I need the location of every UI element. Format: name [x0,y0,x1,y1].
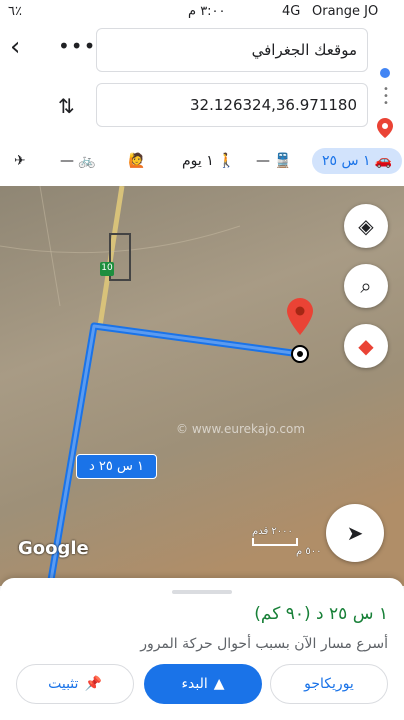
road-number: 10 [101,263,113,273]
navigation-arrow-icon: ➤ [346,521,364,545]
bike-icon: 🚲 [78,153,96,169]
destination-marker-icon[interactable] [287,298,313,335]
mode-hail[interactable]: 🙋 [128,148,145,174]
layers-button[interactable]: ◈ [344,204,388,248]
scale-bar [252,538,298,546]
drive-time: ١ س ٢٥ [322,153,371,169]
status-bar: ٦٪ ٣:٠٠ م 4G Orange JO [0,0,404,24]
brand-label: يوريكاجو [304,676,354,692]
map-track [0,225,241,254]
map-track [39,186,61,307]
walk-icon: 🚶 [217,153,236,169]
mode-drive[interactable]: ١ س ٢٥ 🚗 [312,148,403,174]
search-icon: ⌕ [360,274,372,298]
google-logo: Google [18,538,89,559]
network-type: 4G [282,4,301,19]
airplane-icon: ✈ [14,153,26,169]
map-view[interactable]: 10 ◈ ⌕ ◆ ➤ ١ س ٢٥ د © www.eurekajo.com G… [0,186,404,586]
route-end-dot [297,351,303,357]
connector-dots-icon: • • • [383,84,389,109]
compass-icon: ◆ [358,334,374,358]
person-hail-icon: 🙋 [128,153,146,169]
origin-field[interactable]: موقعك الجغرافي [96,28,368,72]
route-summary-sheet: ١ س ٢٥ د (٩٠ كم) أسرع مسار الآن بسبب أحو… [0,578,404,720]
route-note: أسرع مسار الآن بسبب أحوال حركة المرور [140,636,388,652]
car-icon: 🚗 [374,153,393,169]
pin-label: تثبيت [48,676,79,692]
compass-button[interactable]: ◆ [344,324,388,368]
scale-unit: ٥٠٠ م [296,546,322,557]
travel-modes: ✈ — 🚲 🙋 ١ يوم 🚶 — 🚆 ١ س ٢٥ 🚗 [0,146,404,176]
start-label: البدء [181,676,208,692]
destination-field[interactable]: 32.126324,36.971180 [96,83,368,127]
search-button[interactable]: ⌕ [344,264,388,308]
swap-icon[interactable]: ⇅ [58,94,75,118]
more-options-icon[interactable]: ••• [58,34,96,58]
battery-indicator: ٦٪ [8,4,22,19]
layers-icon: ◈ [358,214,374,238]
route-duration-label[interactable]: ١ س ٢٥ د [76,454,158,479]
directions-header: ‹ ••• ⇅ موقعك الجغرافي • • • 32.126324,36.… [0,24,404,186]
carrier-name: Orange JO [312,4,379,19]
destination-pin-icon [377,118,393,142]
sheet-handle[interactable] [172,590,232,594]
navigation-icon: ▲ [213,676,225,692]
pin-icon: 📌 [84,676,102,692]
mode-transit[interactable]: — 🚆 [256,148,291,174]
destination-text: 32.126324,36.971180 [190,96,357,114]
back-arrow-icon[interactable]: ‹ [10,34,38,62]
origin-text: موقعك الجغرافي [251,41,357,59]
route-summary: ١ س ٢٥ د (٩٠ كم) [254,604,388,624]
watermark: © www.eurekajo.com [176,422,306,436]
origin-dot-icon [380,68,390,78]
walk-time: ١ يوم [182,153,214,169]
mode-walk[interactable]: ١ يوم 🚶 [182,148,235,174]
pin-button[interactable]: تثبيت 📌 [16,664,134,704]
brand-logo-button[interactable]: يوريكاجو [270,664,388,704]
destination-marker-center [295,306,305,316]
mode-bike[interactable]: — 🚲 [60,148,95,174]
scale-text: ٢٠٠٠ قدم [252,526,293,537]
mode-flight[interactable]: ✈ [14,148,26,174]
navigate-button[interactable]: ➤ [326,504,384,562]
transit-time: — [256,153,270,169]
status-time: ٣:٠٠ م [188,4,226,19]
start-button[interactable]: البدء ▲ [144,664,262,704]
train-icon: 🚆 [274,153,292,169]
bike-time: — [60,153,74,169]
